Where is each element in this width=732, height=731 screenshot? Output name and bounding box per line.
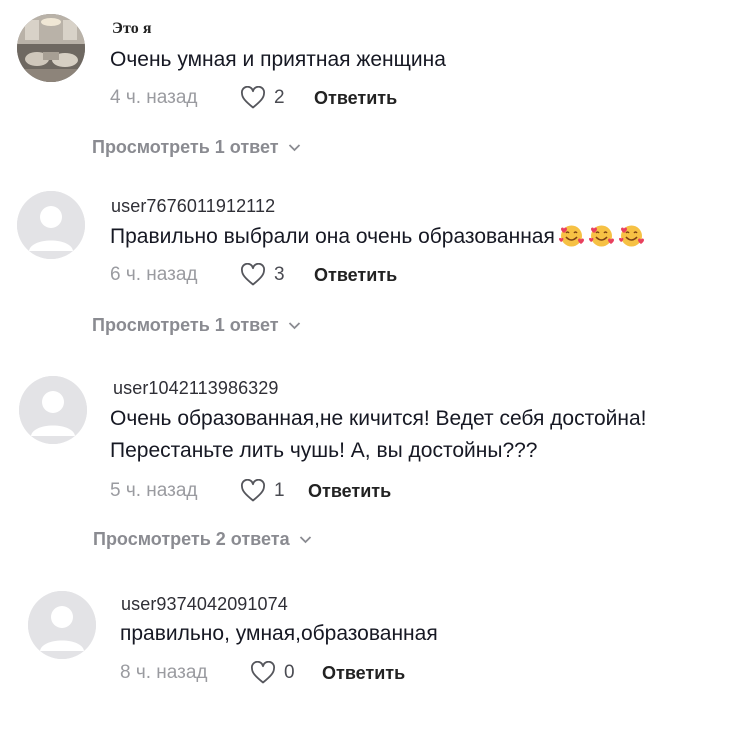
- comment-username[interactable]: Это я: [112, 20, 152, 38]
- avatar[interactable]: [17, 191, 85, 259]
- comment-text: Очень умная и приятная женщина: [110, 48, 446, 71]
- view-replies-label: Просмотреть 1 ответ: [92, 315, 279, 335]
- comment-username[interactable]: user7676011912112: [111, 196, 275, 217]
- avatar[interactable]: [19, 376, 87, 444]
- comment-text-line-2: Перестаньте лить чушь! А, вы достойны???: [110, 439, 538, 462]
- heart-icon: [241, 86, 265, 109]
- comment-meta: 6 ч. назад 3 Ответить: [110, 263, 397, 287]
- smiling-face-with-hearts-icon: [618, 225, 644, 247]
- comment-meta: 8 ч. назад 0 Ответить: [120, 661, 405, 685]
- like-button[interactable]: 3: [240, 263, 320, 287]
- smiling-face-with-hearts-icon: [558, 225, 584, 247]
- heart-icon: [241, 263, 265, 286]
- like-button[interactable]: 0: [250, 661, 330, 685]
- reply-button[interactable]: Ответить: [314, 88, 397, 109]
- comment-username[interactable]: user9374042091074: [121, 594, 288, 615]
- like-count: 2: [274, 87, 285, 108]
- view-replies-label: Просмотреть 1 ответ: [92, 137, 279, 157]
- comment-username[interactable]: user1042113986329: [113, 378, 279, 399]
- default-avatar-icon: [17, 191, 85, 259]
- comment-text-line-1: Очень образованная,не кичится! Ведет себ…: [110, 407, 647, 430]
- comment-text: правильно, умная,образованная: [120, 622, 438, 645]
- heart-icon: [251, 661, 275, 684]
- like-button[interactable]: 2: [240, 86, 320, 110]
- chevron-down-icon: [288, 144, 300, 152]
- comment-time: 4 ч. назад: [110, 87, 198, 108]
- like-count: 0: [284, 662, 295, 683]
- comment-meta: 4 ч. назад 2 Ответить: [110, 86, 397, 110]
- avatar[interactable]: [28, 591, 96, 659]
- avatar-photo-icon: [17, 14, 85, 82]
- view-replies-label: Просмотреть 2 ответа: [93, 529, 290, 549]
- avatar[interactable]: [17, 14, 85, 82]
- smiling-face-with-hearts-icon: [588, 225, 614, 247]
- like-count: 1: [274, 480, 285, 501]
- reply-button[interactable]: Ответить: [314, 265, 397, 286]
- reply-button[interactable]: Ответить: [308, 481, 391, 502]
- view-replies-button[interactable]: Просмотреть 1 ответ: [92, 315, 301, 336]
- comment-time: 8 ч. назад: [120, 662, 208, 683]
- chevron-down-icon: [299, 536, 311, 544]
- view-replies-button[interactable]: Просмотреть 2 ответа: [93, 529, 312, 550]
- comment-text-content: Правильно выбрали она очень образованная: [110, 225, 555, 248]
- like-count: 3: [274, 264, 285, 285]
- chevron-down-icon: [288, 322, 300, 330]
- comment-time: 5 ч. назад: [110, 480, 198, 501]
- comment-text: Правильно выбрали она очень образованная: [110, 221, 645, 253]
- reply-button[interactable]: Ответить: [322, 663, 405, 684]
- heart-icon: [241, 479, 265, 502]
- default-avatar-icon: [28, 591, 96, 659]
- comment-time: 6 ч. назад: [110, 264, 198, 285]
- view-replies-button[interactable]: Просмотреть 1 ответ: [92, 137, 301, 158]
- comment-meta: 5 ч. назад 1 Ответить: [110, 479, 391, 503]
- default-avatar-icon: [19, 376, 87, 444]
